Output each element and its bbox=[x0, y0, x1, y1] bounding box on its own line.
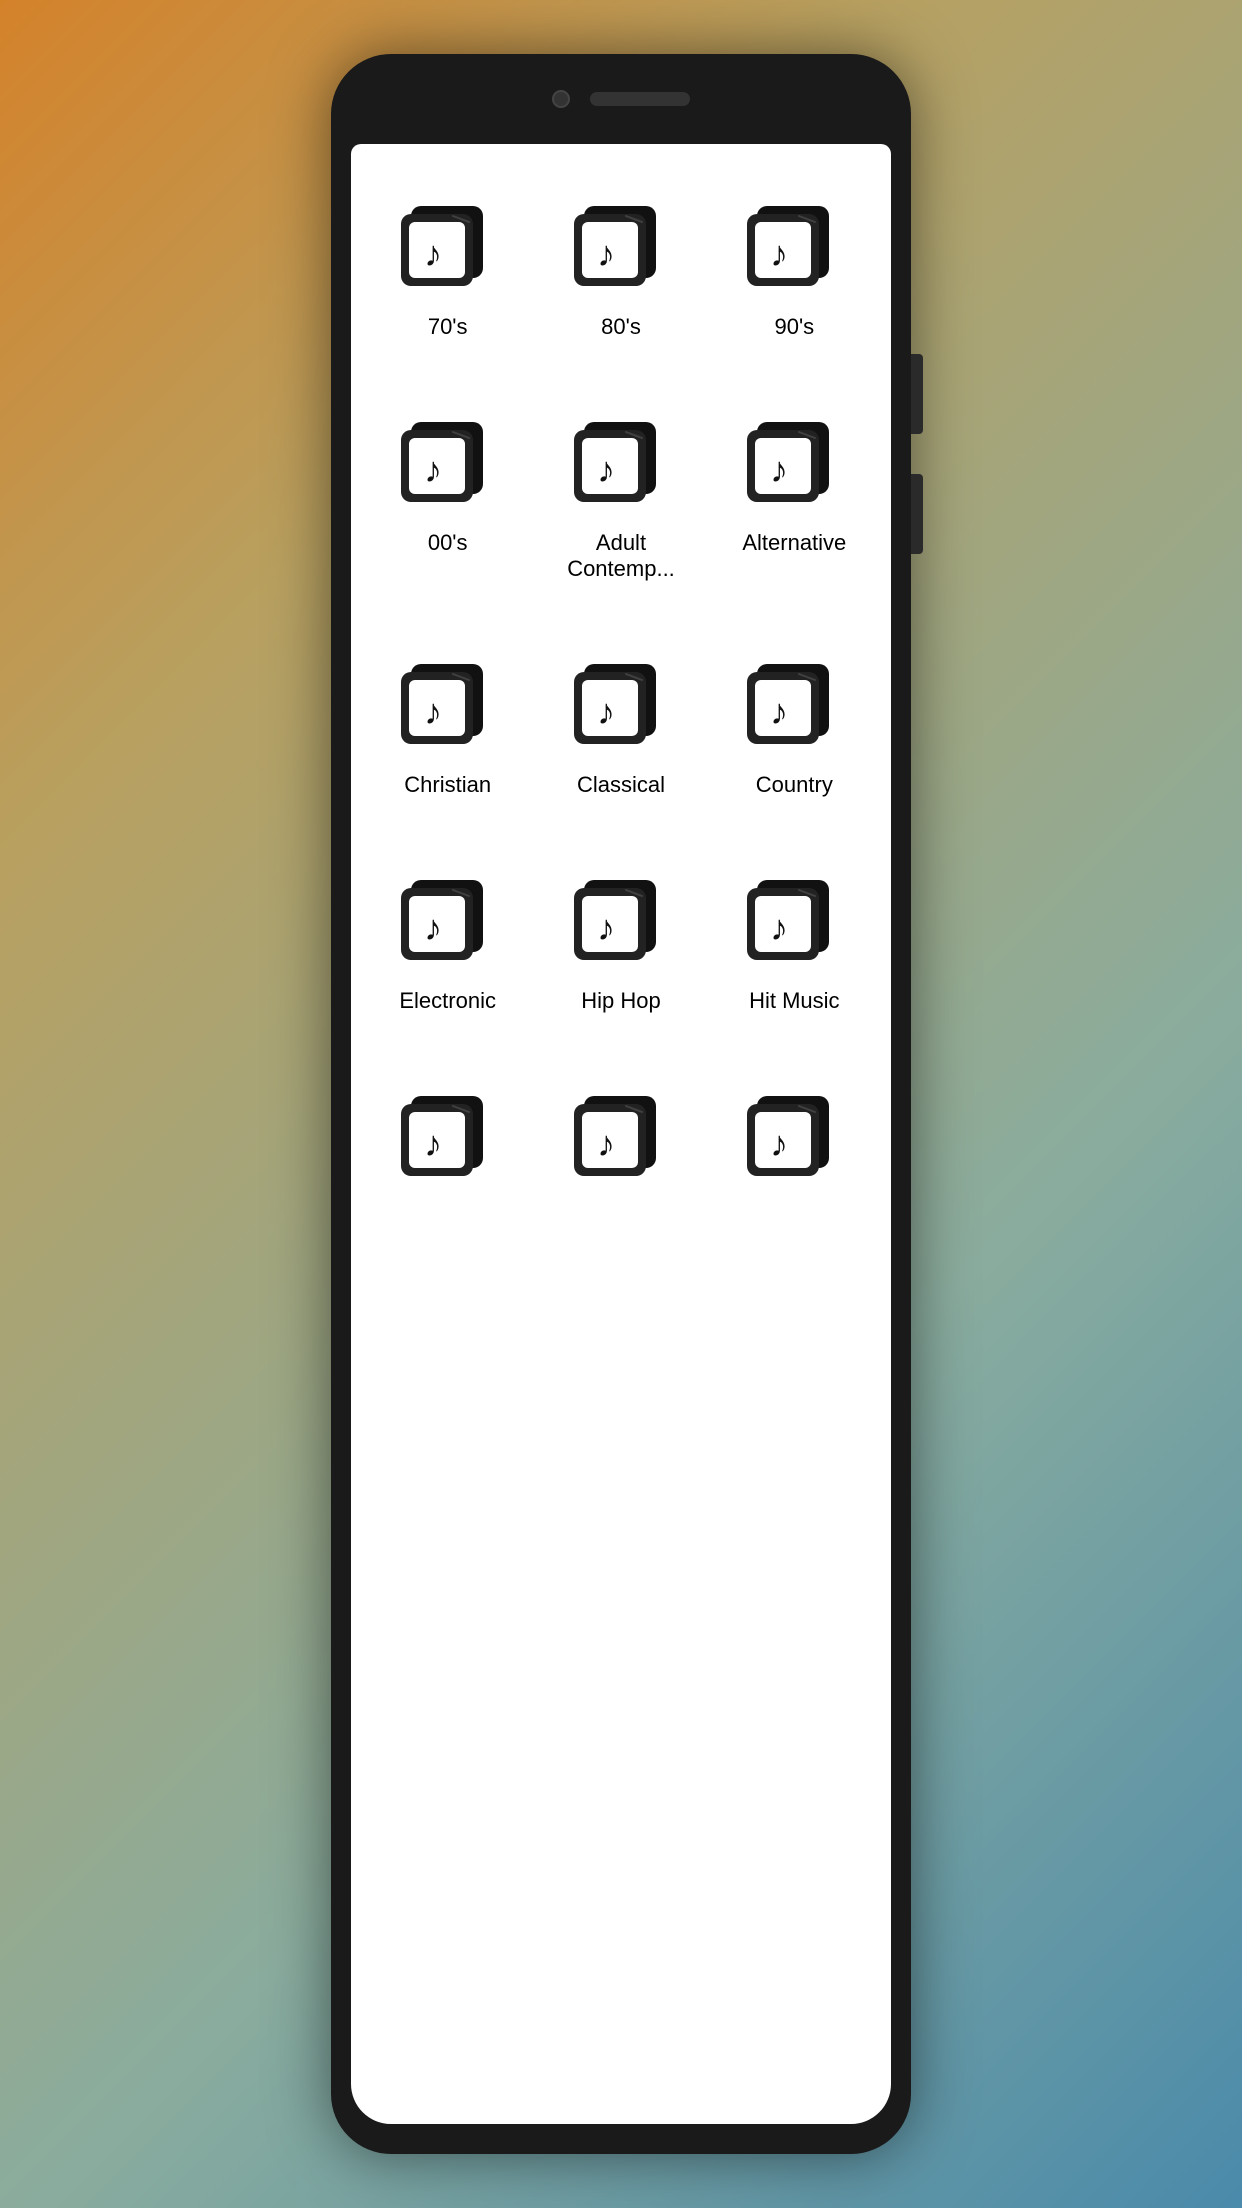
svg-text:♪: ♪ bbox=[424, 233, 442, 274]
genre-label-90s: 90's bbox=[774, 314, 814, 340]
svg-text:♪: ♪ bbox=[424, 691, 442, 732]
power-button bbox=[911, 474, 923, 554]
genre-item-80s[interactable]: ♪ 80's bbox=[534, 164, 707, 380]
svg-text:♪: ♪ bbox=[424, 449, 442, 490]
music-icon-hit-music: ♪ bbox=[739, 868, 849, 968]
svg-text:♪: ♪ bbox=[597, 1123, 615, 1164]
svg-text:♪: ♪ bbox=[770, 1123, 788, 1164]
music-icon-70s: ♪ bbox=[393, 194, 503, 294]
genre-label-electronic: Electronic bbox=[399, 988, 496, 1014]
phone-top-bar bbox=[331, 54, 911, 144]
svg-text:♪: ♪ bbox=[770, 449, 788, 490]
music-icon-90s: ♪ bbox=[739, 194, 849, 294]
genre-item-adult-contemporary[interactable]: ♪ Adult Contemp... bbox=[534, 380, 707, 622]
music-icon-80s: ♪ bbox=[566, 194, 676, 294]
svg-text:♪: ♪ bbox=[597, 233, 615, 274]
music-icon-classical: ♪ bbox=[566, 652, 676, 752]
svg-text:♪: ♪ bbox=[424, 1123, 442, 1164]
music-icon-genre-14: ♪ bbox=[566, 1084, 676, 1184]
music-icon-christian: ♪ bbox=[393, 652, 503, 752]
svg-text:♪: ♪ bbox=[424, 907, 442, 948]
phone-camera bbox=[552, 90, 570, 108]
genre-label-80s: 80's bbox=[601, 314, 641, 340]
music-icon-country: ♪ bbox=[739, 652, 849, 752]
music-icon-00s: ♪ bbox=[393, 410, 503, 510]
genre-label-classical: Classical bbox=[577, 772, 665, 798]
genre-item-classical[interactable]: ♪ Classical bbox=[534, 622, 707, 838]
phone-frame: ♪ 70's ♪ 80's ♪ 90's ♪ 00's ♪ Adult Cont… bbox=[331, 54, 911, 2154]
genre-item-90s[interactable]: ♪ 90's bbox=[708, 164, 881, 380]
phone-speaker bbox=[590, 92, 690, 106]
genre-item-christian[interactable]: ♪ Christian bbox=[361, 622, 534, 838]
genre-item-alternative[interactable]: ♪ Alternative bbox=[708, 380, 881, 622]
genre-item-00s[interactable]: ♪ 00's bbox=[361, 380, 534, 622]
genre-item-hit-music[interactable]: ♪ Hit Music bbox=[708, 838, 881, 1054]
music-icon-genre-13: ♪ bbox=[393, 1084, 503, 1184]
genre-grid: ♪ 70's ♪ 80's ♪ 90's ♪ 00's ♪ Adult Cont… bbox=[351, 144, 891, 2124]
genre-label-country: Country bbox=[756, 772, 833, 798]
svg-text:♪: ♪ bbox=[597, 907, 615, 948]
genre-label-00s: 00's bbox=[428, 530, 468, 556]
music-icon-alternative: ♪ bbox=[739, 410, 849, 510]
music-icon-electronic: ♪ bbox=[393, 868, 503, 968]
phone-screen: ♪ 70's ♪ 80's ♪ 90's ♪ 00's ♪ Adult Cont… bbox=[351, 144, 891, 2124]
svg-text:♪: ♪ bbox=[597, 449, 615, 490]
svg-text:♪: ♪ bbox=[770, 907, 788, 948]
genre-item-electronic[interactable]: ♪ Electronic bbox=[361, 838, 534, 1054]
genre-label-70s: 70's bbox=[428, 314, 468, 340]
svg-text:♪: ♪ bbox=[770, 691, 788, 732]
genre-label-alternative: Alternative bbox=[742, 530, 846, 556]
genre-item-country[interactable]: ♪ Country bbox=[708, 622, 881, 838]
genre-label-hit-music: Hit Music bbox=[749, 988, 839, 1014]
music-icon-adult-contemporary: ♪ bbox=[566, 410, 676, 510]
genre-item-hip-hop[interactable]: ♪ Hip Hop bbox=[534, 838, 707, 1054]
svg-text:♪: ♪ bbox=[597, 691, 615, 732]
genre-label-adult-contemporary: Adult Contemp... bbox=[544, 530, 697, 582]
genre-label-christian: Christian bbox=[404, 772, 491, 798]
music-icon-hip-hop: ♪ bbox=[566, 868, 676, 968]
svg-text:♪: ♪ bbox=[770, 233, 788, 274]
genre-item-genre-13[interactable]: ♪ bbox=[361, 1054, 534, 1244]
volume-button bbox=[911, 354, 923, 434]
genre-item-genre-14[interactable]: ♪ bbox=[534, 1054, 707, 1244]
genre-label-hip-hop: Hip Hop bbox=[581, 988, 660, 1014]
genre-item-70s[interactable]: ♪ 70's bbox=[361, 164, 534, 380]
genre-item-genre-15[interactable]: ♪ bbox=[708, 1054, 881, 1244]
music-icon-genre-15: ♪ bbox=[739, 1084, 849, 1184]
